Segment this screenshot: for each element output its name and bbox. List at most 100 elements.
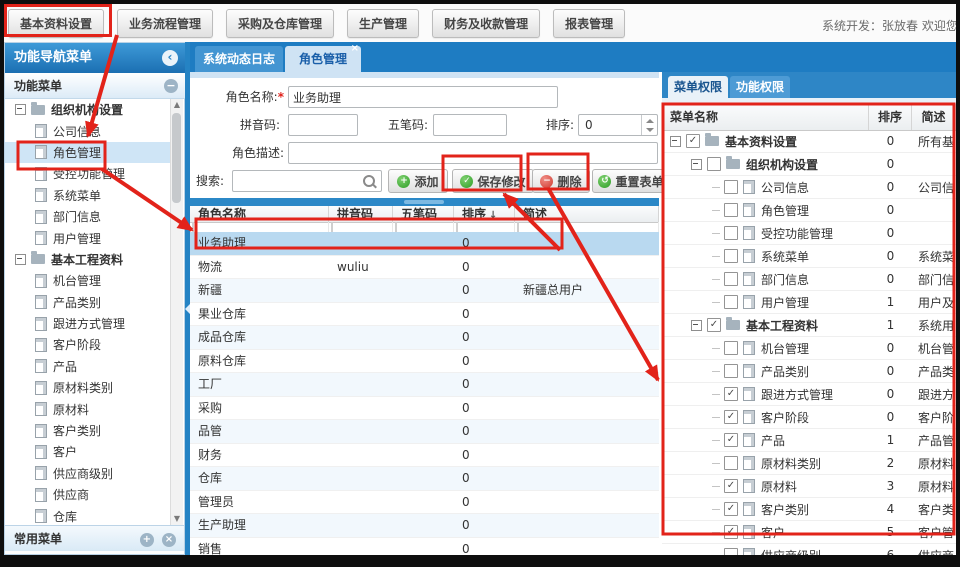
checkbox-unchecked-icon[interactable]	[724, 295, 738, 309]
checkbox-checked-icon[interactable]: ✓	[707, 318, 721, 332]
permission-row[interactable]: ✓客户类别4客户类	[662, 498, 956, 521]
sidebar-item[interactable]: 供应商	[5, 484, 173, 505]
checkbox-checked-icon[interactable]: ✓	[724, 410, 738, 424]
permission-column-2[interactable]: 排序	[869, 104, 912, 130]
sidebar-item[interactable]: 基本工程资料	[5, 249, 173, 270]
spinner-down-icon[interactable]	[646, 128, 654, 132]
column-header-3[interactable]: 五笔码	[393, 206, 454, 222]
column-header-1[interactable]: 角色名称	[190, 206, 329, 222]
permission-row[interactable]: ✓客户阶段0客户阶	[662, 406, 956, 429]
collapse-sidebar-icon[interactable]: ‹	[162, 50, 178, 66]
permission-row[interactable]: 用户管理1用户及	[662, 291, 956, 314]
permission-row[interactable]: 产品类别0产品类	[662, 360, 956, 383]
menu-button-4[interactable]: 生产管理	[347, 9, 419, 38]
table-row[interactable]: 物流wuliu0	[190, 256, 659, 280]
menu-button-2[interactable]: 业务流程管理	[117, 9, 213, 38]
checkbox-unchecked-icon[interactable]	[724, 272, 738, 286]
table-row[interactable]: 果业仓库0	[190, 303, 659, 327]
permission-row[interactable]: ✓基本资料设置0所有基	[662, 130, 956, 153]
checkbox-checked-icon[interactable]: ✓	[724, 479, 738, 493]
role-name-input[interactable]	[288, 86, 558, 108]
expander-icon[interactable]	[691, 320, 702, 331]
permission-row[interactable]: ✓产品1产品管	[662, 429, 956, 452]
tab-菜单权限[interactable]: 菜单权限	[668, 76, 728, 98]
sidebar-section-header[interactable]: 功能菜单 −	[5, 73, 186, 99]
permission-row[interactable]: 角色管理0	[662, 199, 956, 222]
splitter-handle[interactable]	[404, 200, 444, 204]
tab-close-icon[interactable]: ×	[351, 44, 359, 54]
checkbox-unchecked-icon[interactable]	[724, 180, 738, 194]
sidebar-item[interactable]: 受控功能管理	[5, 163, 173, 184]
reset-button[interactable]: ↺重置表单	[592, 169, 670, 193]
permission-column-1[interactable]: 菜单名称	[662, 104, 869, 130]
permission-row[interactable]: 组织机构设置0	[662, 153, 956, 176]
column-header-5[interactable]: 简述	[515, 206, 659, 222]
column-header-2[interactable]: 拼音码	[329, 206, 393, 222]
sidebar-item[interactable]: 客户阶段	[5, 334, 173, 355]
checkbox-unchecked-icon[interactable]	[724, 203, 738, 217]
delete-button[interactable]: −删除	[532, 169, 590, 193]
sidebar-item[interactable]: 部门信息	[5, 206, 173, 227]
table-row[interactable]: 业务助理0	[190, 232, 659, 256]
checkbox-checked-icon[interactable]: ✓	[724, 433, 738, 447]
sidebar-item[interactable]: 机台管理	[5, 270, 173, 291]
scroll-up-icon[interactable]: ▲	[171, 99, 183, 111]
table-row[interactable]: 仓库0	[190, 467, 659, 491]
horizontal-splitter[interactable]	[190, 198, 659, 206]
checkbox-unchecked-icon[interactable]	[724, 226, 738, 240]
wubi-input[interactable]	[433, 114, 507, 136]
sidebar-item[interactable]: 系统菜单	[5, 185, 173, 206]
permission-row[interactable]: ✓原材料3原材料	[662, 475, 956, 498]
sidebar-footer[interactable]: 常用菜单 + ×	[5, 525, 184, 551]
expander-icon[interactable]	[691, 159, 702, 170]
table-row[interactable]: 工厂0	[190, 373, 659, 397]
menu-button-6[interactable]: 报表管理	[553, 9, 625, 38]
checkbox-checked-icon[interactable]: ✓	[724, 525, 738, 539]
expander-icon[interactable]	[15, 254, 26, 265]
sidebar-item[interactable]: 组织机构设置	[5, 99, 173, 120]
save-button[interactable]: ✓保存修改	[452, 169, 534, 193]
spinner-up-icon[interactable]	[646, 119, 654, 123]
permission-row[interactable]: 公司信息0公司信	[662, 176, 956, 199]
pinyin-input[interactable]	[288, 114, 358, 136]
tab-功能权限[interactable]: 功能权限	[730, 76, 790, 98]
sort-spinner[interactable]: 0	[578, 114, 658, 136]
permission-row[interactable]: 供应商级别6供应商	[662, 544, 956, 555]
collapse-section-icon[interactable]: −	[164, 79, 178, 93]
expander-icon[interactable]	[670, 136, 681, 147]
checkbox-unchecked-icon[interactable]	[724, 364, 738, 378]
checkbox-checked-icon[interactable]: ✓	[724, 502, 738, 516]
sidebar-item[interactable]: 供应商级别	[5, 463, 173, 484]
checkbox-unchecked-icon[interactable]	[724, 341, 738, 355]
menu-button-3[interactable]: 采购及仓库管理	[226, 9, 334, 38]
checkbox-unchecked-icon[interactable]	[724, 249, 738, 263]
sidebar-item[interactable]: 角色管理	[5, 142, 173, 163]
checkbox-unchecked-icon[interactable]	[707, 157, 721, 171]
sidebar-item[interactable]: 产品类别	[5, 292, 173, 313]
checkbox-checked-icon[interactable]: ✓	[724, 387, 738, 401]
permission-row[interactable]: ✓基本工程资料1系统用	[662, 314, 956, 337]
menu-button-5[interactable]: 财务及收款管理	[432, 9, 540, 38]
expander-icon[interactable]	[15, 104, 26, 115]
scrollbar-thumb[interactable]	[172, 113, 181, 203]
permission-row[interactable]: 机台管理0机台管	[662, 337, 956, 360]
permission-row[interactable]: 受控功能管理0	[662, 222, 956, 245]
tab-角色管理[interactable]: 角色管理×	[285, 46, 361, 72]
sidebar-scrollbar[interactable]: ▲ ▼	[170, 99, 183, 525]
table-row[interactable]: 品管0	[190, 420, 659, 444]
menu-button-1[interactable]: 基本资料设置	[8, 9, 104, 38]
table-row[interactable]: 生产助理0	[190, 514, 659, 538]
sidebar-item[interactable]: 仓库	[5, 505, 173, 525]
checkbox-unchecked-icon[interactable]	[724, 548, 738, 555]
table-row[interactable]: 原料仓库0	[190, 350, 659, 374]
permission-row[interactable]: 系统菜单0系统菜	[662, 245, 956, 268]
sidebar-item[interactable]: 客户类别	[5, 420, 173, 441]
checkbox-unchecked-icon[interactable]	[724, 456, 738, 470]
scroll-down-icon[interactable]: ▼	[171, 513, 183, 525]
clear-favorite-icon[interactable]: ×	[162, 533, 176, 547]
sidebar-item[interactable]: 原材料类别	[5, 377, 173, 398]
checkbox-checked-icon[interactable]: ✓	[686, 134, 700, 148]
sidebar-item[interactable]: 客户	[5, 441, 173, 462]
sidebar-item[interactable]: 产品	[5, 356, 173, 377]
sidebar-item[interactable]: 跟进方式管理	[5, 313, 173, 334]
